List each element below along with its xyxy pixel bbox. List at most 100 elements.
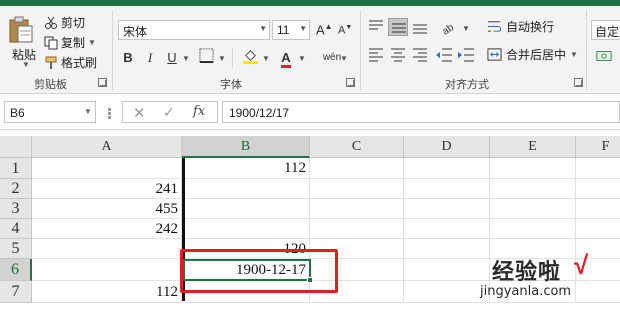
chevron-down-icon[interactable]: ▼ <box>84 107 92 116</box>
fill-color-button[interactable] <box>240 48 260 68</box>
column-header-e[interactable]: E <box>490 136 576 158</box>
cell-d2[interactable] <box>404 179 490 199</box>
italic-button[interactable]: I <box>140 48 160 68</box>
row-header-1[interactable]: 1 <box>0 158 32 179</box>
font-color-label: A <box>281 51 291 68</box>
grow-font-button[interactable]: A▲ <box>316 22 333 37</box>
cell-e3[interactable] <box>490 199 576 219</box>
bold-button[interactable]: B <box>118 48 138 68</box>
row-header-5[interactable]: 5 <box>0 239 32 259</box>
cell-e4[interactable] <box>490 219 576 239</box>
chevron-down-icon[interactable]: ▼ <box>262 54 270 63</box>
decrease-indent-button[interactable] <box>434 46 454 64</box>
chevron-down-icon[interactable]: ▼ <box>340 54 348 63</box>
cell-e1[interactable] <box>490 158 576 179</box>
orientation-button[interactable]: ab <box>440 18 460 38</box>
drag-handle-icon[interactable] <box>108 108 111 111</box>
column-header-d[interactable]: D <box>404 136 490 158</box>
chevron-down-icon[interactable]: ▼ <box>218 54 226 63</box>
font-size-value: 11 <box>277 23 290 37</box>
font-size-select[interactable]: 11 ▼ <box>272 20 310 40</box>
chevron-down-icon[interactable]: ▼ <box>570 50 578 59</box>
chevron-down-icon[interactable]: ▼ <box>182 54 190 63</box>
formula-input[interactable]: 1900/12/17 <box>222 101 620 123</box>
phonetic-label: wén <box>322 52 342 63</box>
align-right-button[interactable] <box>410 46 430 64</box>
cell-c3[interactable] <box>310 199 404 219</box>
cell-a7[interactable]: 112 <box>32 281 182 303</box>
name-box[interactable]: B6 <box>4 101 96 123</box>
align-left-icon <box>369 48 383 62</box>
row-header-2[interactable]: 2 <box>0 179 32 199</box>
align-center-button[interactable] <box>388 46 408 64</box>
clipboard-launcher-icon[interactable] <box>98 78 107 87</box>
cell-a1[interactable] <box>32 158 182 179</box>
chevron-down-icon[interactable]: ▼ <box>298 54 306 63</box>
cell-c1[interactable] <box>310 158 404 179</box>
chevron-down-icon[interactable]: ▼ <box>88 38 96 47</box>
align-bottom-button[interactable] <box>410 18 430 36</box>
cell-b3[interactable] <box>182 199 310 219</box>
highlight-annotation <box>180 249 338 293</box>
cell-d1[interactable] <box>404 158 490 179</box>
divider <box>232 48 233 68</box>
shrink-font-button[interactable]: A▼ <box>338 24 352 37</box>
row-header-6[interactable]: 6 <box>0 259 32 281</box>
font-launcher-icon[interactable] <box>346 78 355 87</box>
cell-c4[interactable] <box>310 219 404 239</box>
chevron-down-icon[interactable]: ▼ <box>259 24 267 33</box>
cell-b2[interactable] <box>182 179 310 199</box>
number-format-select[interactable]: 自定义 <box>591 20 620 40</box>
font-color-button[interactable]: A <box>276 48 296 68</box>
align-middle-button[interactable] <box>388 18 408 36</box>
row-header-3[interactable]: 3 <box>0 199 32 219</box>
cell-d3[interactable] <box>404 199 490 219</box>
chevron-down-icon[interactable]: ▼ <box>299 24 307 33</box>
paste-icon[interactable] <box>8 16 34 44</box>
row-header-4[interactable]: 4 <box>0 219 32 239</box>
watermark: 经验啦 √ jingyanla.com <box>474 250 620 309</box>
merge-center-button[interactable]: 合并后居中 ▼ <box>487 46 578 63</box>
chevron-down-icon[interactable]: ▼ <box>22 60 30 69</box>
align-left-button[interactable] <box>366 46 386 64</box>
cut-button[interactable]: 剪切 <box>44 14 85 31</box>
increase-indent-button[interactable] <box>456 46 476 64</box>
font-name-select[interactable]: 宋体 ▼ <box>118 20 270 40</box>
cell-a4[interactable]: 242 <box>32 219 182 239</box>
column-header-a[interactable]: A <box>32 136 182 158</box>
cell-a6[interactable] <box>32 259 182 281</box>
name-box-value: B6 <box>10 106 25 120</box>
insert-function-icon[interactable]: fx <box>193 104 205 119</box>
wrap-text-label: 自动换行 <box>506 20 555 34</box>
underline-button[interactable]: U <box>162 48 182 68</box>
alignment-launcher-icon[interactable] <box>574 78 583 87</box>
column-header-b[interactable]: B <box>182 136 310 158</box>
brush-icon <box>45 56 57 69</box>
column-header-f[interactable]: F <box>576 136 620 158</box>
align-top-button[interactable] <box>366 18 386 36</box>
cell-f1[interactable] <box>576 158 620 179</box>
cell-c2[interactable] <box>310 179 404 199</box>
column-header-c[interactable]: C <box>310 136 404 158</box>
select-all-button[interactable] <box>0 136 32 158</box>
cell-a2[interactable]: 241 <box>32 179 182 199</box>
wrap-text-button[interactable]: 自动换行 <box>487 18 554 35</box>
cell-a3[interactable]: 455 <box>32 199 182 219</box>
cell-f2[interactable] <box>576 179 620 199</box>
cancel-icon[interactable]: ✕ <box>133 104 146 122</box>
copy-button[interactable]: 复制 ▼ <box>44 34 96 51</box>
cell-b1[interactable]: 112 <box>182 158 310 179</box>
cell-f4[interactable] <box>576 219 620 239</box>
cell-b4[interactable] <box>182 219 310 239</box>
chevron-down-icon[interactable]: ▼ <box>462 24 470 33</box>
cell-f3[interactable] <box>576 199 620 219</box>
cell-a5[interactable] <box>32 239 182 259</box>
align-right-icon <box>413 48 427 62</box>
enter-icon[interactable]: ✓ <box>163 104 175 121</box>
cell-e2[interactable] <box>490 179 576 199</box>
border-button[interactable] <box>196 48 216 68</box>
format-painter-button[interactable]: 格式刷 <box>44 54 97 71</box>
row-header-7[interactable]: 7 <box>0 281 32 303</box>
currency-button[interactable] <box>594 48 614 68</box>
cell-d4[interactable] <box>404 219 490 239</box>
